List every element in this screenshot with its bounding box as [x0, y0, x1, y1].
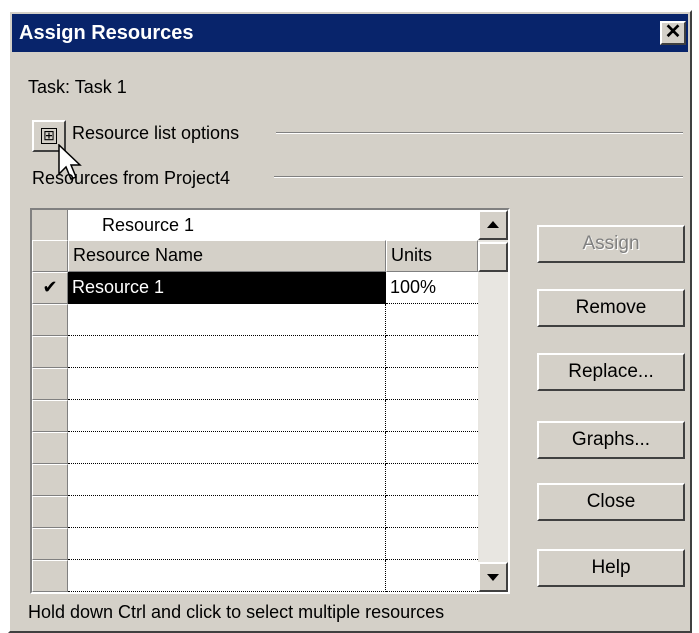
row-header[interactable] — [32, 496, 68, 528]
row-header[interactable] — [32, 400, 68, 432]
assign-resources-dialog: Assign Resources ✕ Task: Task 1 ⊞ Resour… — [8, 10, 692, 633]
grid-corner — [32, 210, 68, 240]
cell-resource-name[interactable] — [68, 336, 386, 368]
cell-resource-name[interactable] — [68, 432, 386, 464]
close-icon[interactable]: ✕ — [660, 21, 686, 45]
cell-units[interactable]: 100% — [386, 272, 478, 304]
row-header[interactable] — [32, 528, 68, 560]
cell-units[interactable] — [386, 400, 478, 432]
cell-resource-name[interactable] — [68, 400, 386, 432]
title-bar[interactable]: Assign Resources ✕ — [12, 14, 688, 52]
cell-resource-name[interactable] — [68, 464, 386, 496]
close-button[interactable]: Close — [537, 483, 685, 521]
cell-units[interactable] — [386, 368, 478, 400]
select-all-header[interactable] — [32, 240, 68, 272]
scroll-down-button[interactable] — [478, 562, 508, 592]
cell-resource-name[interactable] — [68, 496, 386, 528]
cell-resource-name[interactable] — [68, 368, 386, 400]
remove-button[interactable]: Remove — [537, 289, 685, 327]
cell-units[interactable] — [386, 432, 478, 464]
scroll-thumb[interactable] — [478, 242, 508, 272]
arrow-up-icon — [487, 221, 499, 228]
group-divider — [276, 132, 683, 134]
vertical-scrollbar[interactable] — [478, 210, 508, 592]
cell-units[interactable] — [386, 464, 478, 496]
scroll-up-button[interactable] — [478, 210, 508, 240]
column-header-units[interactable]: Units — [386, 240, 478, 272]
row-header[interactable]: ✔ — [32, 272, 68, 304]
cell-resource-name[interactable] — [68, 304, 386, 336]
row-header[interactable] — [32, 560, 68, 592]
replace-button[interactable]: Replace... — [537, 353, 685, 391]
task-label: Task: Task 1 — [28, 77, 127, 97]
edit-bar-value: Resource 1 — [102, 215, 195, 235]
row-header[interactable] — [32, 432, 68, 464]
cell-units[interactable] — [386, 304, 478, 336]
row-header[interactable] — [32, 336, 68, 368]
row-header[interactable] — [32, 368, 68, 400]
dialog-title: Assign Resources — [19, 22, 194, 44]
cell-units[interactable] — [386, 528, 478, 560]
selection-hint: Hold down Ctrl and click to select multi… — [28, 602, 445, 622]
cell-resource-name[interactable] — [68, 560, 386, 592]
row-header[interactable] — [32, 464, 68, 496]
cell-units[interactable] — [386, 496, 478, 528]
column-header-resource-name[interactable]: Resource Name — [68, 240, 386, 272]
cell-units[interactable] — [386, 560, 478, 592]
group-divider — [274, 176, 683, 178]
arrow-down-icon — [487, 574, 499, 581]
resource-list-options-label: Resource list options — [72, 123, 240, 143]
cell-resource-name[interactable] — [68, 528, 386, 560]
cell-units[interactable] — [386, 336, 478, 368]
resources-grid[interactable]: Resource 1 Resource Name Units ✔ Resourc… — [30, 208, 510, 594]
help-button[interactable]: Help — [537, 549, 685, 587]
grid-edit-bar[interactable]: Resource 1 — [32, 210, 478, 240]
row-header[interactable] — [32, 304, 68, 336]
graphs-button[interactable]: Graphs... — [537, 421, 685, 459]
cell-resource-name[interactable]: Resource 1 — [68, 272, 386, 304]
expand-icon: ⊞ — [41, 128, 57, 144]
assign-button[interactable]: Assign — [537, 225, 685, 263]
resources-source-label: Resources from Project4 — [32, 168, 231, 188]
